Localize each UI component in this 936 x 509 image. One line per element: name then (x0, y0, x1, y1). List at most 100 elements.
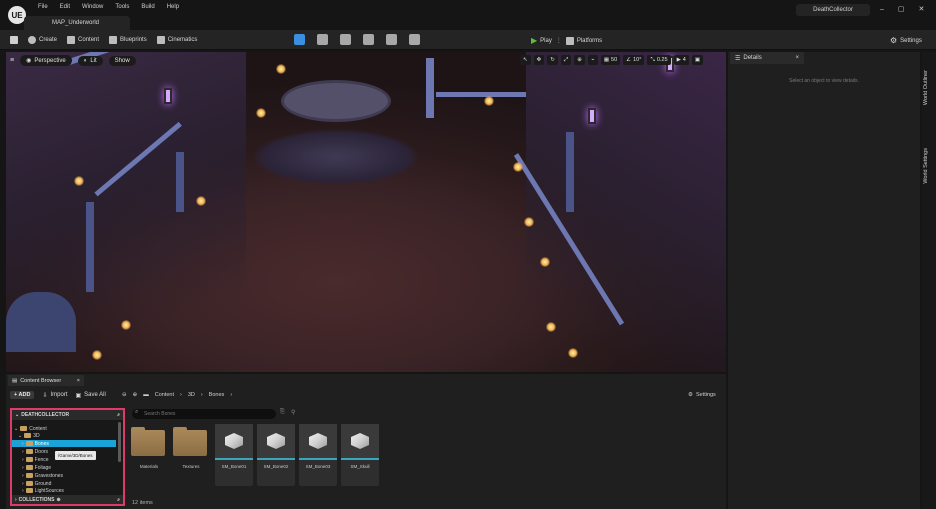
history-back-icon[interactable]: ⊖ (122, 392, 127, 398)
tree-item-doors[interactable]: › Doors (22, 448, 48, 455)
mesh-paint-mode-icon[interactable] (363, 34, 374, 45)
lit-label: Lit (90, 57, 97, 64)
rotate-tool-icon[interactable]: ↻ (547, 55, 558, 65)
tree-scrollbar[interactable] (118, 422, 121, 462)
play-options-icon[interactable]: ⋮ (556, 37, 562, 44)
menu-bar: File Edit Window Tools Build Help (38, 4, 179, 10)
scale-tool-icon[interactable]: ⤢ (560, 55, 572, 65)
rotation-snap-button[interactable]: ∠ 10° (623, 55, 645, 65)
breadcrumb-content[interactable]: Content (155, 392, 174, 398)
save-all-icon: ▣ (75, 392, 82, 399)
filter-icon[interactable]: ⚲ (291, 409, 295, 416)
minimize-icon[interactable]: – (880, 6, 884, 13)
history-forward-icon[interactable]: ⊕ (133, 392, 138, 398)
candle-light (524, 217, 534, 227)
tree-search-icon[interactable]: ⌕ (117, 412, 120, 418)
asset-static-mesh[interactable]: SM_Bone03 (299, 424, 337, 486)
create-button[interactable]: Create (28, 36, 57, 44)
surface-snap-icon[interactable]: ⌁ (587, 55, 598, 65)
level-viewport[interactable]: ≡ ◉ Perspective ◐ Lit Show ↖ ✥ ↻ ⤢ ⊕ ⌁ ▦ 50… (6, 52, 726, 372)
chevron-down-icon: ⌄ (18, 432, 23, 439)
select-tool-icon[interactable]: ↖ (520, 55, 531, 65)
tree-item-fence[interactable]: › Fence (22, 456, 49, 463)
folder-path-tooltip: /Game/3D/Bones (55, 451, 96, 460)
folder-icon (25, 441, 33, 446)
breadcrumb-3d[interactable]: 3D (188, 392, 195, 398)
tree-item-gravestones[interactable]: › Gravestones (22, 472, 63, 479)
cinematics-button[interactable]: Cinematics (156, 36, 197, 44)
menu-window[interactable]: Window (82, 4, 103, 10)
menu-build[interactable]: Build (141, 4, 154, 10)
blueprints-button[interactable]: Blueprints (109, 36, 147, 44)
save-search-icon[interactable]: ⎘ (280, 409, 285, 416)
platforms-button[interactable]: Platforms (565, 36, 602, 45)
viewport-menu-icon[interactable]: ≡ (10, 57, 14, 64)
tree-item-bones[interactable]: › Bones (22, 440, 49, 447)
select-mode-icon[interactable] (294, 34, 305, 45)
import-button[interactable]: ⇩ Import (42, 392, 67, 399)
collections-search-icon[interactable]: ⌕ (117, 497, 120, 503)
world-space-icon[interactable]: ⊕ (574, 55, 585, 65)
maximize-viewport-icon[interactable]: ▣ (691, 55, 704, 65)
tree-header[interactable]: ⌄ DEATHCOLLECTOR ⌕ (12, 410, 123, 420)
save-all-button[interactable]: ▣ Save All (76, 392, 106, 399)
add-button[interactable]: + ADD (10, 391, 35, 399)
content-browser-tab[interactable]: ▤ Content Browser × (8, 375, 84, 386)
content-button[interactable]: Content (67, 36, 99, 44)
static-mesh-icon (225, 433, 243, 449)
static-mesh-icon (309, 433, 327, 449)
close-window-icon[interactable]: ✕ (919, 5, 925, 13)
static-mesh-icon (351, 433, 369, 449)
tree-item-ground[interactable]: › Ground (22, 480, 51, 487)
breadcrumb-bones[interactable]: Bones (209, 392, 225, 398)
create-icon (28, 36, 36, 44)
foliage-mode-icon[interactable] (340, 34, 351, 45)
landscape-mode-icon[interactable] (317, 34, 328, 45)
details-close-icon[interactable]: × (795, 55, 799, 61)
play-button[interactable]: ▶ Play (531, 36, 552, 45)
asset-static-mesh[interactable]: SM_Bone01 (215, 424, 253, 486)
tree-item-foliage[interactable]: › Foliage (22, 464, 51, 471)
menu-help[interactable]: Help (167, 4, 179, 10)
asset-folder-materials[interactable]: Materials (130, 424, 168, 486)
menu-tools[interactable]: Tools (115, 4, 129, 10)
translate-tool-icon[interactable]: ✥ (533, 55, 545, 65)
grid-snap-button[interactable]: ▦ 50 (600, 55, 621, 65)
fracture-mode-icon[interactable] (409, 34, 420, 45)
lit-button[interactable]: ◐ Lit (77, 55, 103, 66)
camera-speed-value: 4 (682, 57, 686, 63)
show-button[interactable]: Show (108, 55, 136, 66)
save-level-button[interactable] (10, 36, 18, 44)
asset-type-bar (299, 458, 337, 460)
asset-thumbnail (257, 424, 295, 458)
add-collection-icon[interactable]: ⊕ (57, 497, 61, 503)
content-browser-settings-button[interactable]: ⚙ Settings (688, 392, 716, 398)
tree-item-lightsources[interactable]: › LightSources (22, 487, 64, 494)
tree-item-3d[interactable]: ⌄ 3D (18, 432, 40, 439)
settings-button[interactable]: ⚙ Settings (890, 36, 922, 45)
maximize-icon[interactable]: ▢ (898, 5, 905, 13)
asset-search-input[interactable] (132, 409, 276, 419)
menu-file[interactable]: File (38, 4, 48, 10)
collections-header[interactable]: › COLLECTIONS ⊕ ⌕ (12, 495, 123, 504)
camera-speed-button[interactable]: ▶ 4 (673, 55, 689, 65)
asset-folder-textures[interactable]: Textures (172, 424, 210, 486)
tree-item-content[interactable]: ⌄ Content (14, 425, 47, 432)
map-tab[interactable]: MAP_Underworld (24, 16, 130, 30)
asset-static-mesh[interactable]: SM_Skull (341, 424, 379, 486)
world-settings-tab[interactable]: World Settings (923, 148, 929, 184)
perspective-button[interactable]: ◉ Perspective (20, 55, 72, 66)
world-outliner-tab[interactable]: World Outliner (923, 70, 929, 105)
menu-edit[interactable]: Edit (60, 4, 70, 10)
asset-static-mesh[interactable]: SM_Bone02 (257, 424, 295, 486)
rotation-snap-value: 10° (633, 57, 642, 63)
modeling-mode-icon[interactable] (386, 34, 397, 45)
search-icon: ⌕ (135, 409, 139, 415)
scale-snap-button[interactable]: ⤡ 0.25 (647, 55, 671, 65)
details-tab[interactable]: ☰ Details × (730, 52, 804, 64)
grid-snap-value: 50 (611, 57, 618, 63)
folder-icon: ▬ (143, 392, 149, 398)
breadcrumb: ⊖ ⊕ ▬ Content › 3D › Bones › (122, 392, 232, 398)
content-browser-close-icon[interactable]: × (77, 378, 80, 384)
cinematics-icon (156, 36, 165, 44)
